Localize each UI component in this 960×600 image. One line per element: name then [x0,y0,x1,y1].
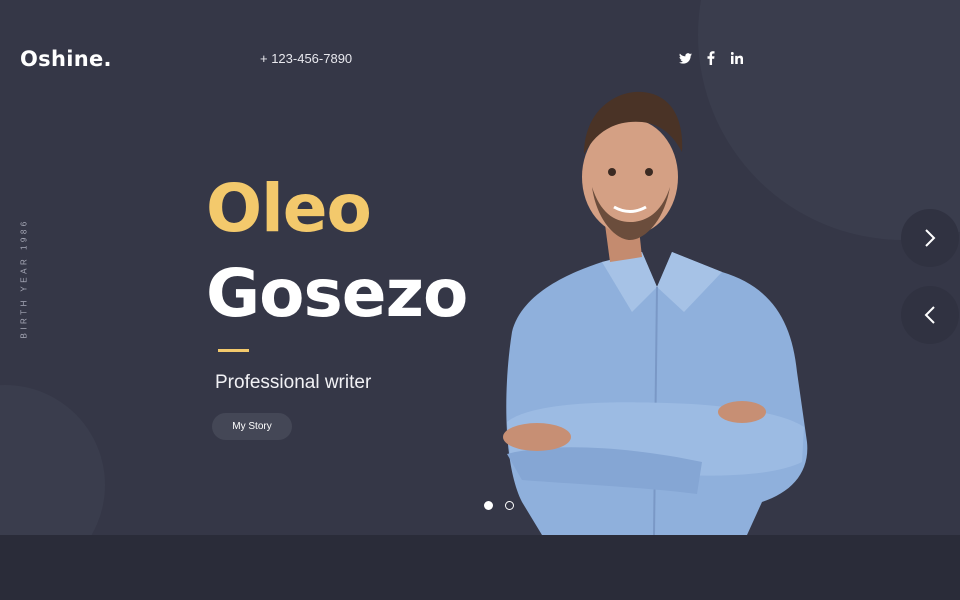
portrait-image [503,91,808,535]
my-story-button[interactable]: My Story [212,413,292,440]
linkedin-icon[interactable] [730,50,744,66]
site-logo[interactable]: Oshine. [20,47,112,71]
phone-number[interactable]: + 123-456-7890 [260,51,352,66]
last-name-heading: Gosezo [206,255,468,332]
chevron-left-icon [924,306,935,324]
role-subtitle: Professional writer [215,372,372,393]
first-name-heading: Oleo [206,170,372,247]
slider-pagination [484,501,514,510]
accent-divider [218,349,249,352]
social-links [678,50,744,66]
prev-slide-button[interactable] [901,286,959,344]
twitter-icon[interactable] [678,50,692,66]
chevron-right-icon [925,229,936,247]
decorative-circle [0,385,105,535]
next-section-band [0,535,960,600]
hero-section: Oshine. + 123-456-7890 BIRTH YEAR 1986 O… [0,0,960,535]
slide-dot-2[interactable] [505,501,514,510]
birth-year-label: BIRTH YEAR 1986 [19,218,29,339]
facebook-icon[interactable] [704,50,718,66]
slide-dot-1[interactable] [484,501,493,510]
next-slide-button[interactable] [901,209,959,267]
